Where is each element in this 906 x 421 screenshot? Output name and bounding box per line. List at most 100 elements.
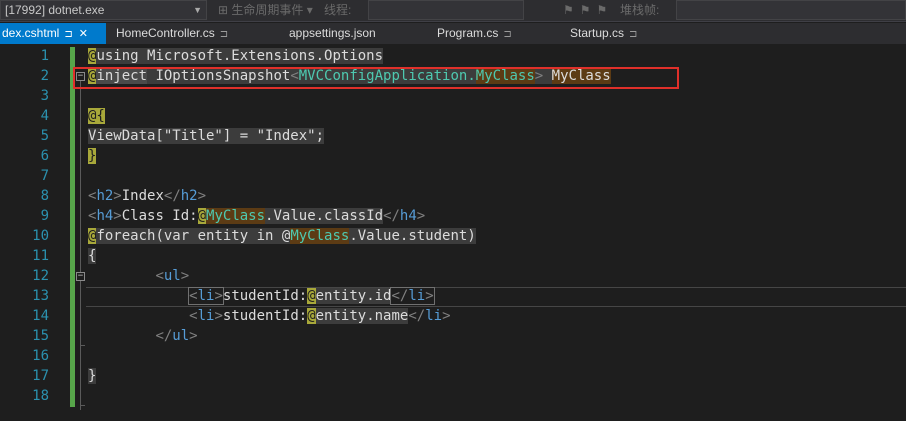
code-text: ViewData["Title"] = "Index";	[88, 128, 325, 144]
tab-homecontroller-cs[interactable]: HomeController.cs ⊐	[116, 23, 228, 44]
tab-label: Startup.cs	[570, 26, 625, 40]
tab-appsettings-json[interactable]: appsettings.json	[289, 23, 376, 44]
tab-label: Program.cs	[437, 26, 499, 40]
process-label: [17992] dotnet.exe	[5, 3, 105, 17]
code-line-10[interactable]: @foreach(var entity in @MyClass.Value.st…	[88, 226, 476, 246]
code-line-5[interactable]: ViewData["Title"] = "Index";	[88, 126, 325, 146]
code-line-15[interactable]: </ul>	[88, 326, 198, 346]
code-line-8[interactable]: <h2>Index</h2>	[88, 186, 206, 206]
line-number: 13	[32, 288, 49, 304]
tag-name: h2	[180, 188, 198, 204]
line-number: 12	[32, 268, 49, 284]
stack-frame-dropdown[interactable]	[676, 0, 906, 20]
html-text: Index	[121, 188, 164, 204]
tab-index-cshtml[interactable]: dex.cshtml ⊐ ✕	[0, 23, 106, 44]
code-line-12[interactable]: <ul>	[88, 266, 189, 286]
razor-block-close: }	[88, 148, 97, 164]
tag-bracket: >	[214, 288, 223, 304]
line-number: 18	[32, 388, 49, 404]
tag-bracket: >	[197, 188, 207, 204]
code-line-9[interactable]: <h4>Class Id:@MyClass.Value.classId</h4>	[88, 206, 425, 226]
line-number: 9	[40, 208, 49, 224]
tag-bracket: </	[383, 208, 400, 224]
razor-at: @	[307, 308, 316, 324]
pin-icon[interactable]: ⊐	[629, 29, 637, 40]
code-line-1[interactable]: @using Microsoft.Extensions.Options	[88, 46, 384, 66]
close-icon[interactable]: ✕	[79, 28, 88, 40]
html-text: studentId:	[222, 288, 308, 304]
tag-bracket: >	[425, 288, 434, 304]
thread-dropdown[interactable]	[368, 0, 524, 20]
outline-guide-tick	[80, 405, 85, 406]
outline-guide-tick	[80, 345, 85, 346]
tag-name: li	[425, 308, 443, 324]
tag-bracket: >	[113, 188, 122, 204]
line-number: 3	[40, 88, 49, 104]
tab-program-cs[interactable]: Program.cs ⊐	[437, 23, 512, 44]
tag-name: li	[197, 308, 215, 324]
code-line-17[interactable]: }	[88, 366, 97, 386]
line-number: 11	[32, 248, 49, 264]
tag-bracket: >	[416, 208, 426, 224]
lifecycle-events-label[interactable]: ⊞ 生命周期事件 ▾	[218, 0, 313, 20]
tag-bracket: <	[189, 288, 198, 304]
tab-label: dex.cshtml	[2, 26, 60, 40]
class-name: MyClass	[290, 228, 350, 244]
pin-icon[interactable]: ⊐	[64, 29, 72, 40]
tag-name: h4	[96, 208, 114, 224]
code-line-4[interactable]: @{	[88, 106, 105, 126]
pin-icon[interactable]: ⊐	[503, 29, 511, 40]
matched-tag: <li>	[188, 287, 224, 305]
code-line-14[interactable]: <li>studentId:@entity.name</li>	[88, 306, 451, 326]
code-editor[interactable]: 1 2 3 4 5 6 7 8 9 10 11 12 13 14 15 16 1…	[0, 44, 906, 421]
line-number: 17	[32, 368, 49, 384]
html-text: studentId:	[222, 308, 308, 324]
line-number: 15	[32, 328, 49, 344]
tag-bracket: >	[214, 308, 223, 324]
code-text: using Microsoft.Extensions.Options	[96, 48, 384, 64]
code-brace: }	[88, 368, 97, 384]
thread-label: 线程:	[324, 3, 352, 17]
code-text: foreach(var entity in @	[96, 228, 291, 244]
razor-at: @	[197, 208, 207, 224]
process-dropdown[interactable]: [17992] dotnet.exe ▼	[0, 0, 207, 20]
line-number: 2	[40, 68, 49, 84]
stack-frame-label: 堆栈帧:	[620, 3, 660, 17]
tag-name: li	[408, 288, 426, 304]
flag-thread-icons[interactable]: ⚑⚑⚑	[563, 0, 613, 20]
tag-bracket: >	[180, 268, 190, 284]
line-number: 1	[40, 48, 49, 64]
line-number: 8	[40, 188, 49, 204]
tab-label: HomeController.cs	[116, 26, 215, 40]
html-text: Class Id:	[121, 208, 198, 224]
tag-bracket: >	[442, 308, 451, 324]
code-line-13[interactable]: <li>studentId:@entity.id</li>	[88, 286, 435, 306]
tag-name: ul	[163, 268, 181, 284]
highlight-box	[73, 67, 679, 89]
tab-startup-cs[interactable]: Startup.cs ⊐	[570, 23, 637, 44]
code-line-6[interactable]: }	[88, 146, 97, 166]
chevron-down-icon: ▼	[193, 5, 202, 15]
fold-toggle-icon[interactable]: −	[76, 272, 85, 281]
tag-bracket: <	[155, 268, 164, 284]
lifecycle-icon: ⊞	[218, 3, 232, 17]
code-text: .Value.classId	[265, 208, 384, 224]
code-text: entity.name	[315, 308, 409, 324]
tag-bracket: >	[189, 328, 198, 344]
code-brace: {	[88, 248, 97, 264]
code-text: entity.id	[315, 288, 392, 304]
tab-label: appsettings.json	[289, 26, 376, 40]
line-number: 16	[32, 348, 49, 364]
tag-bracket: </	[408, 308, 426, 324]
matched-tag: </li>	[390, 287, 435, 305]
code-text: .Value.student)	[349, 228, 476, 244]
outline-guide	[80, 80, 81, 410]
tag-bracket: </	[391, 288, 409, 304]
class-name: MyClass	[206, 208, 266, 224]
code-line-11[interactable]: {	[88, 246, 97, 266]
pin-icon[interactable]: ⊐	[220, 29, 228, 40]
tag-bracket: <	[189, 308, 198, 324]
change-tracking-bar	[70, 47, 75, 407]
